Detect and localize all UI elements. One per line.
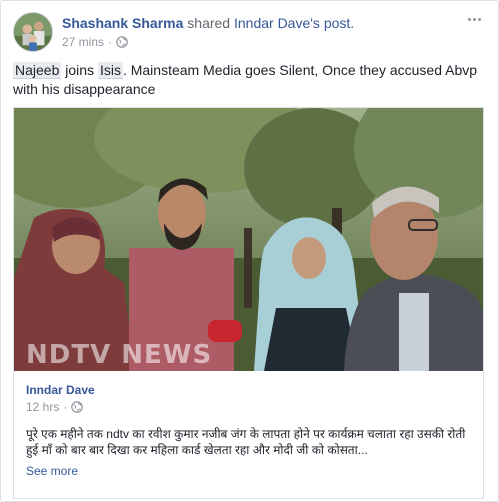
see-more-link[interactable]: See more <box>26 463 78 479</box>
author-name-link[interactable]: Shashank Sharma <box>62 15 183 31</box>
original-post-text: पूरे एक महीने तक ndtv का रवीश कुमार नजीब… <box>26 427 466 457</box>
shared-post-attachment[interactable]: NDTV NEWS Inndar Dave 12 hrs · पूरे एक म… <box>13 107 484 499</box>
shared-verb: shared <box>187 15 231 31</box>
more-options-icon[interactable] <box>465 12 483 26</box>
globe-icon[interactable] <box>71 401 84 413</box>
avatar[interactable] <box>13 12 53 52</box>
original-author-link[interactable]: Inndar Dave <box>26 382 95 398</box>
original-post-meta: 12 hrs · <box>26 399 84 415</box>
meta-separator: · <box>63 400 68 414</box>
hashtag-najeeb[interactable]: Najeeb <box>13 62 62 79</box>
original-post-timestamp[interactable]: 12 hrs <box>26 399 59 415</box>
shared-source-link[interactable]: Inndar Dave's post. <box>234 15 354 31</box>
shared-post-body: Inndar Dave 12 hrs · पूरे एक महीने तक nd… <box>14 371 483 498</box>
post-message: Najeeb joins Isis. Mainsteam Media goes … <box>13 61 485 99</box>
post-message-word: joins <box>65 62 95 78</box>
ndtv-watermark: NDTV NEWS <box>26 340 213 370</box>
shared-post-photo[interactable]: NDTV NEWS <box>14 108 483 371</box>
post-timestamp[interactable]: 27 mins <box>62 34 104 50</box>
post-meta: 27 mins · <box>62 34 128 50</box>
meta-separator: · <box>108 35 113 49</box>
feed-post-card: Shashank Sharma shared Inndar Dave's pos… <box>0 0 499 502</box>
post-header: Shashank Sharma shared Inndar Dave's pos… <box>13 12 483 52</box>
globe-icon[interactable] <box>116 36 128 48</box>
hashtag-isis[interactable]: Isis <box>97 62 123 79</box>
post-attribution: Shashank Sharma shared Inndar Dave's pos… <box>62 14 354 32</box>
